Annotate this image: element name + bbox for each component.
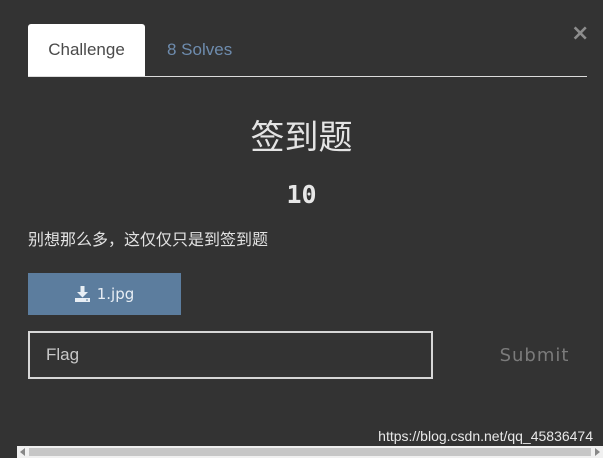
- challenge-title: 签到题: [250, 118, 353, 158]
- flag-input[interactable]: [28, 331, 433, 379]
- file-name: 1.jpg: [96, 285, 135, 303]
- scroll-left-arrow-icon[interactable]: [20, 448, 25, 456]
- horizontal-scrollbar[interactable]: [17, 446, 603, 458]
- challenge-modal: × Challenge 8 Solves 签到题 10 别想那么多，这仅仅只是到…: [0, 0, 603, 458]
- challenge-description: 别想那么多，这仅仅只是到签到题: [28, 230, 269, 249]
- tab-solves[interactable]: 8 Solves: [167, 24, 232, 76]
- tab-bar: Challenge 8 Solves: [28, 24, 587, 77]
- tab-challenge[interactable]: Challenge: [28, 24, 145, 76]
- scrollbar-thumb[interactable]: [29, 448, 591, 456]
- submit-button[interactable]: Submit: [482, 331, 587, 379]
- challenge-points: 10: [286, 180, 317, 209]
- download-icon: [74, 286, 90, 302]
- watermark: https://blog.csdn.net/qq_45836474: [378, 428, 593, 444]
- scroll-right-arrow-icon[interactable]: [595, 448, 600, 456]
- download-file-button[interactable]: 1.jpg: [28, 273, 181, 315]
